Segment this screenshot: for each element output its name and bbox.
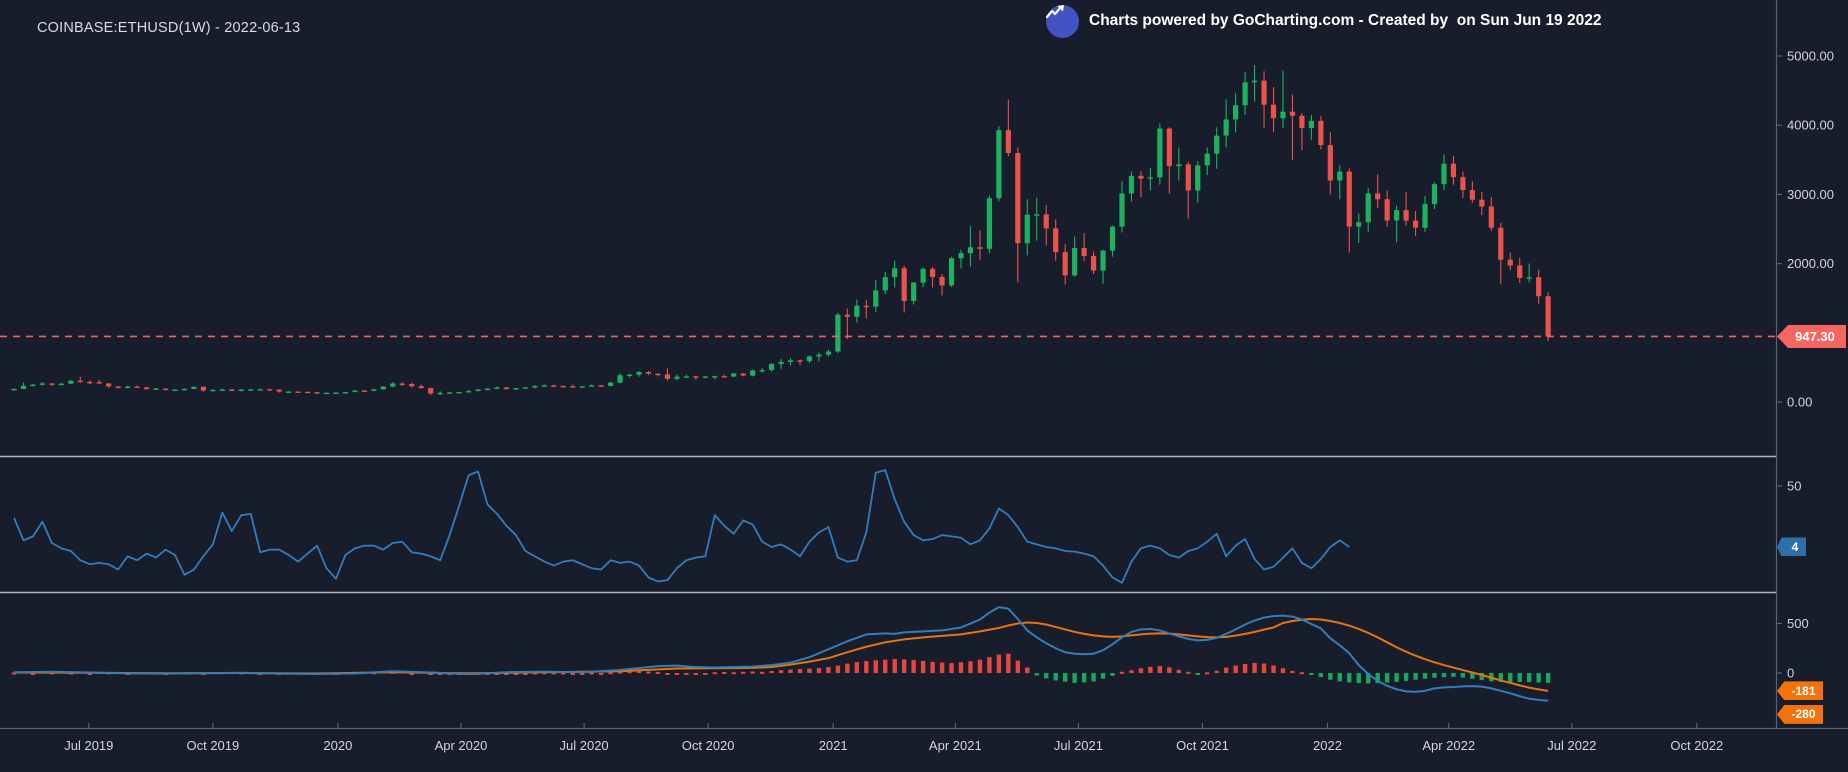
svg-text:Jul 2020: Jul 2020 (560, 738, 609, 753)
svg-text:2022: 2022 (1313, 738, 1342, 753)
macd-value-badge: -280 (1777, 704, 1823, 724)
macd-signal-badge: -181 (1777, 681, 1823, 701)
svg-text:Oct 2020: Oct 2020 (682, 738, 735, 753)
svg-text:Apr 2022: Apr 2022 (1422, 738, 1475, 753)
svg-text:Oct 2022: Oct 2022 (1670, 738, 1723, 753)
svg-text:2000.00: 2000.00 (1787, 256, 1834, 271)
svg-text:Oct 2019: Oct 2019 (186, 738, 239, 753)
svg-text:Jul 2021: Jul 2021 (1054, 738, 1103, 753)
svg-text:0: 0 (1787, 666, 1794, 681)
svg-text:5000.00: 5000.00 (1787, 49, 1834, 64)
svg-text:4000.00: 4000.00 (1787, 118, 1834, 133)
last-price-badge: 947.30 (1777, 324, 1846, 348)
svg-text:50: 50 (1787, 479, 1801, 494)
chart-root: 5000.00 4000.00 3000.00 2000.00 0.00 50 500 0 Ju… (0, 0, 1848, 772)
symbol-title: COINBASE:ETHUSD(1W) - 2022-06-13 (37, 20, 301, 36)
svg-text:3000.00: 3000.00 (1787, 187, 1834, 202)
svg-text:2020: 2020 (323, 738, 352, 753)
svg-text:0.00: 0.00 (1787, 395, 1812, 410)
brand-text: Charts powered by GoCharting.com - Creat… (1089, 12, 1602, 29)
gocharting-logo-icon (1046, 4, 1079, 38)
brand-watermark: Charts powered by GoCharting.com - Creat… (1046, 4, 1601, 38)
chart-canvas[interactable]: 5000.00 4000.00 3000.00 2000.00 0.00 50 500 0 Ju… (0, 0, 1848, 772)
svg-text:Oct 2021: Oct 2021 (1176, 738, 1229, 753)
svg-text:Jul 2022: Jul 2022 (1547, 738, 1596, 753)
oscillator-value-badge: 4 (1777, 537, 1806, 557)
svg-text:2021: 2021 (819, 738, 848, 753)
svg-text:Apr 2021: Apr 2021 (929, 738, 982, 753)
svg-text:Apr 2020: Apr 2020 (435, 738, 488, 753)
svg-text:Jul 2019: Jul 2019 (64, 738, 113, 753)
svg-text:500: 500 (1787, 616, 1809, 631)
